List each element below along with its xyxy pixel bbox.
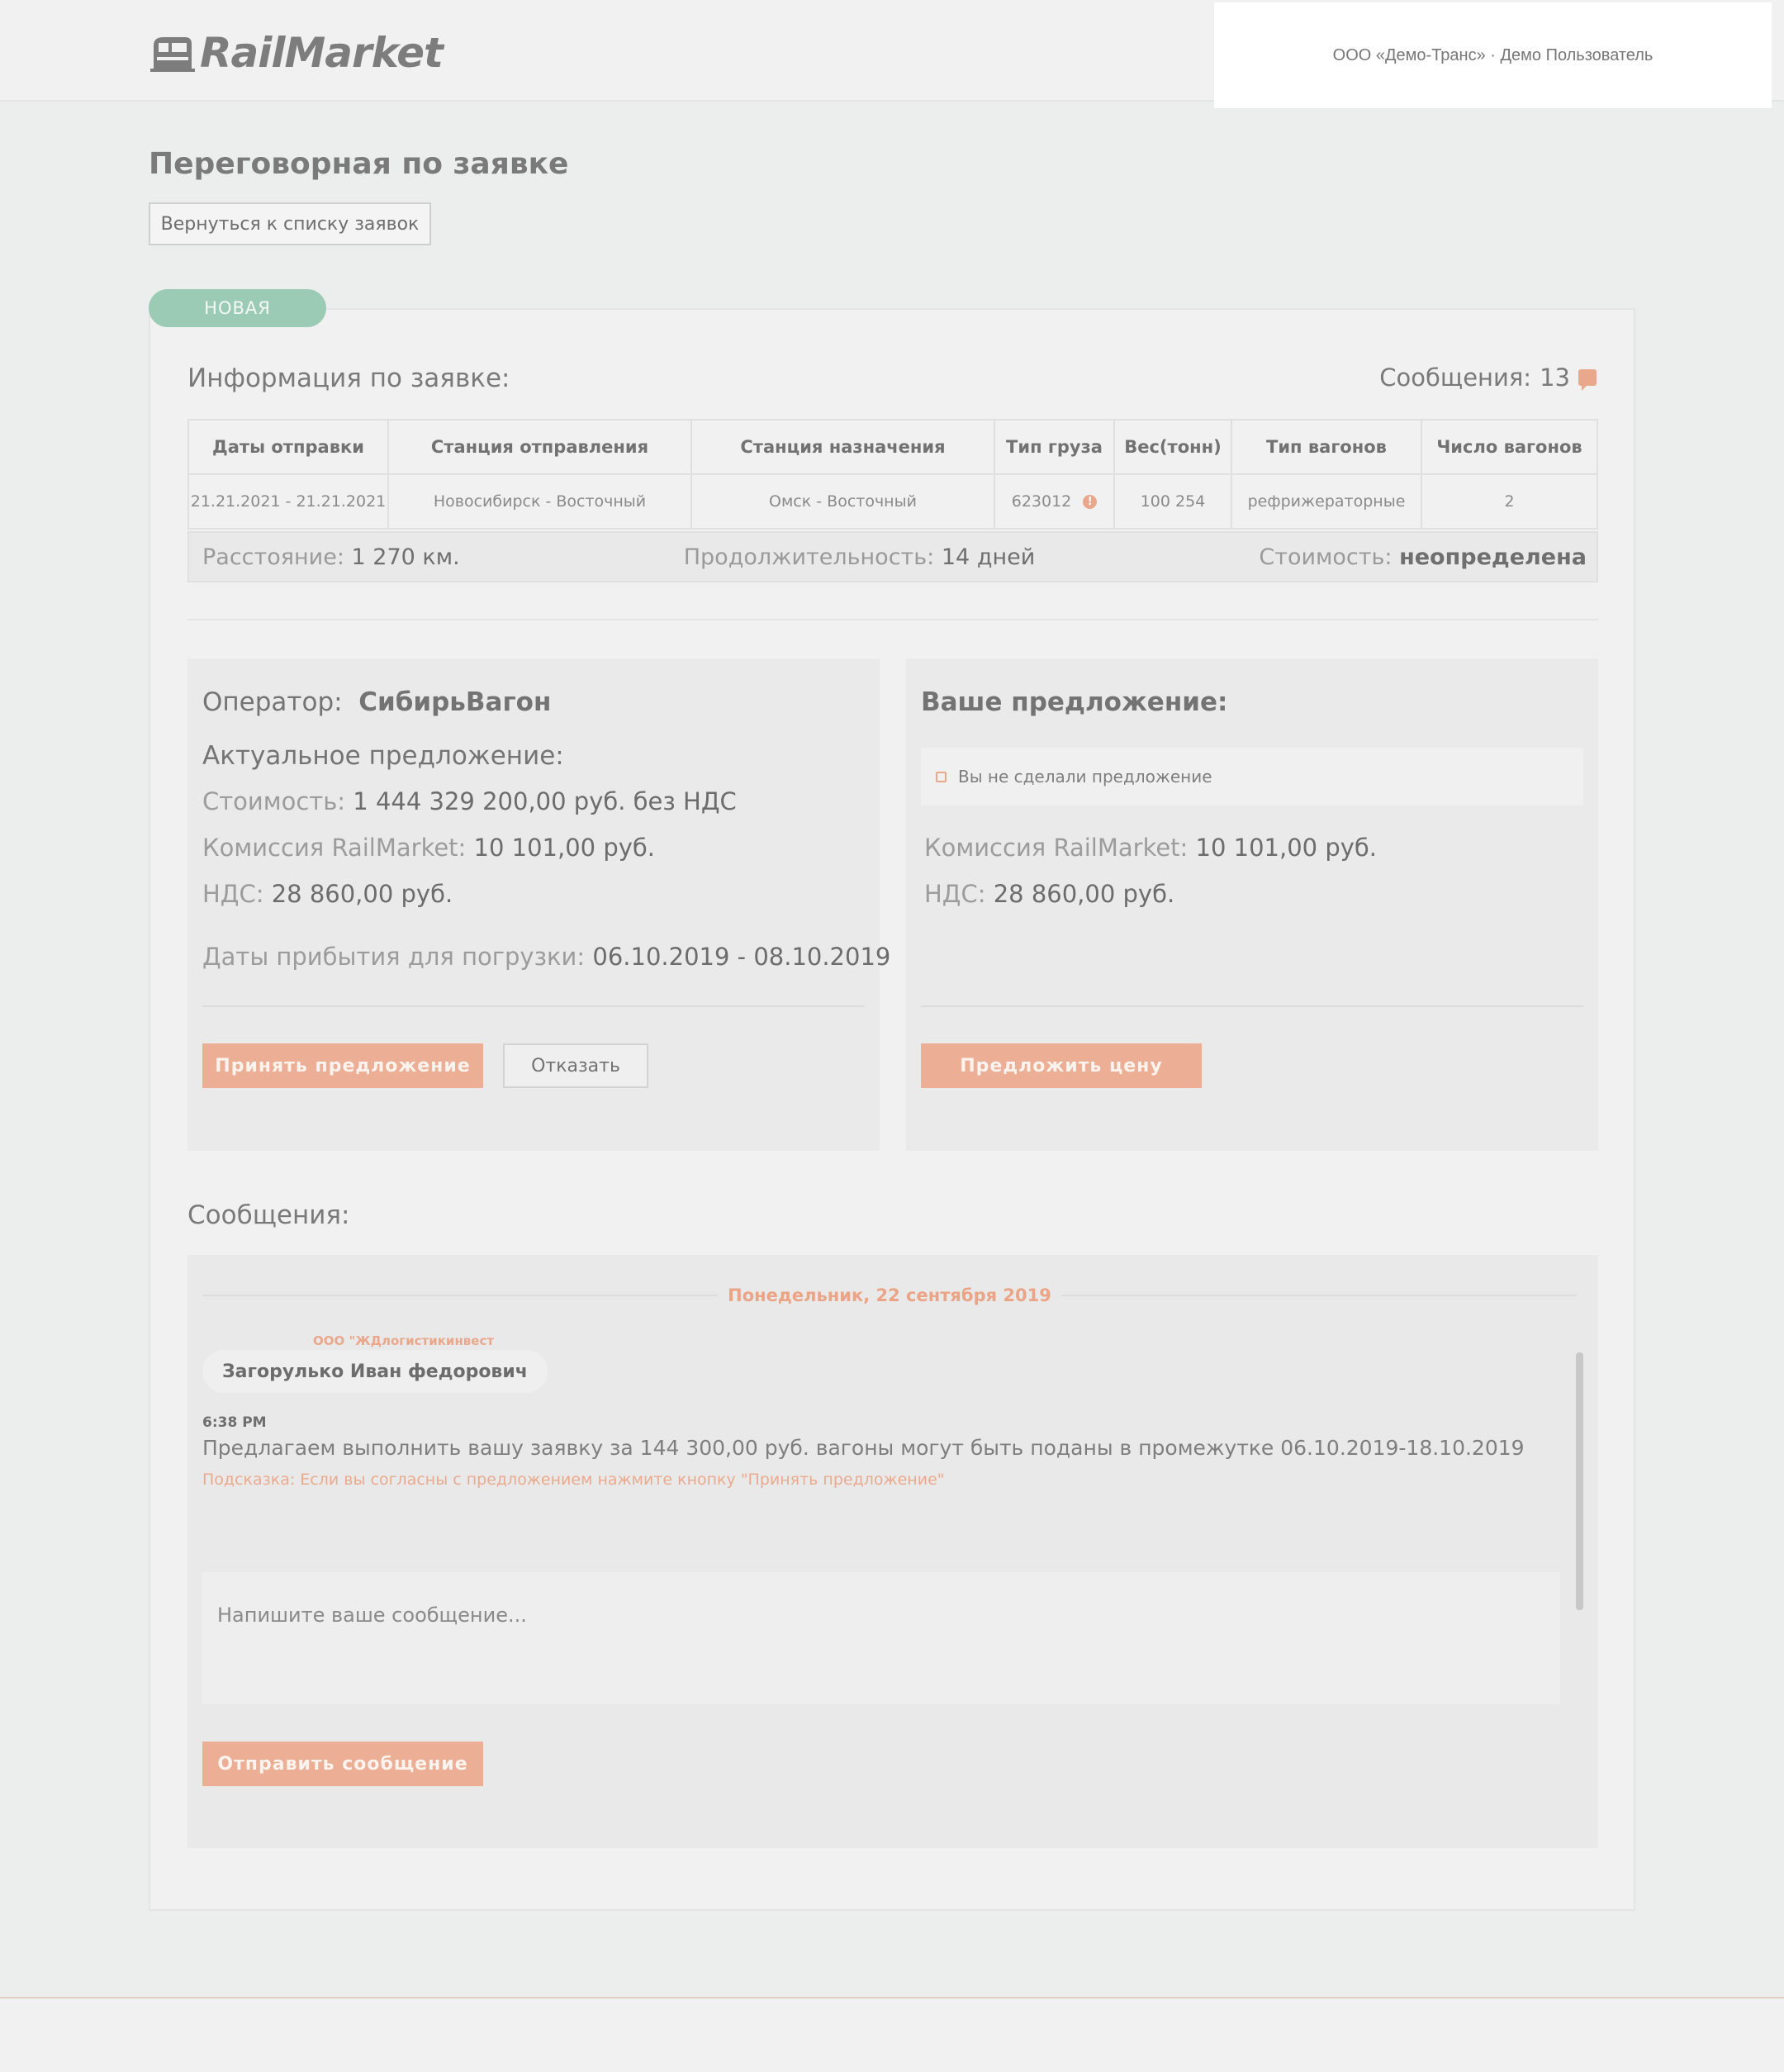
messages-scrollbar[interactable] [1576,1352,1583,1610]
table-cell: Омск - Восточный [690,473,995,530]
messages-title: Сообщения: [187,1200,350,1230]
operator-heading: Оператор: СибирьВагон [202,687,551,717]
message-hint: Подсказка: Если вы согласны с предложени… [202,1471,945,1489]
negotiation-card: Информация по заявке: Сообщения: 13 Даты… [149,308,1635,1911]
divider-line [1060,1295,1577,1296]
your-vat-value: 28 860,00 руб. [993,880,1175,908]
offer-cost-label: Стоимость: [202,787,346,815]
table-header-row: Даты отправки Станция отправления Станци… [187,419,1598,475]
cost-value: неопределена [1399,544,1587,570]
operator-offer-panel: Оператор: СибирьВагон Актуальное предлож… [187,658,890,1151]
logo-text: RailMarket [200,29,444,77]
back-to-list-button[interactable]: Вернуться к списку заявок [149,202,431,245]
column-header: Тип вагонов [1231,419,1422,475]
offer-vat-value: 28 860,00 руб. [271,880,453,908]
messages-counter-label: Сообщения: [1379,364,1532,392]
column-header: Станция назначения [690,419,995,475]
info-icon[interactable]: ! [1083,495,1098,509]
operator-name: СибирьВагон [358,687,552,717]
divider-line [202,1295,719,1296]
your-commission-value: 10 101,00 руб. [1195,834,1378,862]
status-badge: НОВАЯ [149,289,326,327]
table-cell: 21.21.2021 - 21.21.2021 [187,473,389,530]
operator-label: Оператор: [202,687,343,717]
no-offer-notice: Вы не сделали предложение [921,748,1583,806]
message-text: Предлагаем выполнить вашу заявку за 144 … [202,1436,1525,1460]
offer-vat-label: НДС: [202,880,264,908]
distance: Расстояние: 1 270 км. [202,544,460,570]
offer-cost: Стоимость: 1 444 329 200,00 руб. без НДС [202,787,737,815]
table-cell: 100 254 [1113,473,1232,530]
messages-counter-value: 13 [1540,364,1570,392]
your-vat: НДС: 28 860,00 руб. [924,880,1174,908]
offer-commission: Комиссия RailMarket: 10 101,00 руб. [202,834,655,862]
cargo-type-code: 623012 [1011,492,1072,511]
offer-cost-value: 1 444 329 200,00 руб. без НДС [353,787,737,815]
table-row: 21.21.2021 - 21.21.2021 Новосибирск - Во… [187,473,1598,530]
column-header: Станция отправления [387,419,692,475]
page-footer [0,1997,1784,2072]
your-offer-title-text: Ваше предложение: [921,687,1228,717]
your-vat-label: НДС: [924,880,986,908]
cost-label: Стоимость: [1259,544,1393,570]
your-commission-label: Комиссия RailMarket: [924,834,1189,862]
your-offer-title: Ваше предложение: [921,687,1227,717]
your-offer-panel: Ваше предложение: Вы не сделали предложе… [906,658,1598,1151]
column-header: Число вагонов [1421,419,1598,475]
decline-button[interactable]: Отказать [503,1043,648,1088]
message-date: Понедельник, 22 сентября 2019 [728,1285,1051,1305]
route-summary: Расстояние: 1 270 км. Продолжительность:… [187,531,1598,582]
accept-offer-button[interactable]: Принять предложение [202,1043,483,1088]
page-title: Переговорная по заявке [149,147,569,181]
offer-commission-label: Комиссия RailMarket: [202,834,467,862]
distance-value: 1 270 км. [351,544,460,570]
message-input[interactable] [202,1572,1560,1704]
panel-divider [921,1005,1583,1007]
arrival-dates: Даты прибытия для погрузки: 06.10.2019 -… [202,943,890,971]
request-info-title: Информация по заявке: [187,364,510,393]
calendar-icon [936,771,947,782]
column-header: Даты отправки [187,419,389,475]
offer-commission-value: 10 101,00 руб. [473,834,656,862]
table-cell: Новосибирск - Восточный [387,473,692,530]
duration-label: Продолжительность: [683,544,935,570]
user-info: ООО «Демо-Транс» · Демо Пользователь [1332,45,1654,64]
arrival-dates-value: 06.10.2019 - 08.10.2019 [592,943,891,971]
request-table: Даты отправки Станция отправления Станци… [187,419,1598,530]
table-cell: рефрижераторные [1231,473,1422,530]
offer-vat: НДС: 28 860,00 руб. [202,880,453,908]
railmarket-logo[interactable]: RailMarket [149,29,444,77]
top-header: RailMarket ООО «Демо-Транс» · Демо Польз… [0,0,1784,108]
arrival-dates-label: Даты прибытия для погрузки: [202,943,586,971]
messages-counter[interactable]: Сообщения: 13 [1379,364,1597,392]
no-offer-text: Вы не сделали предложение [958,767,1212,787]
send-message-button[interactable]: Отправить сообщение [202,1742,483,1786]
sender-company: ООО "ЖДлогистикинвест [313,1333,495,1348]
cost: Стоимость: неопределена [1259,544,1587,570]
sender-name: Загорулько Иван федорович [202,1350,548,1393]
duration: Продолжительность: 14 дней [684,544,1036,570]
column-header: Тип груза [994,419,1115,475]
duration-value: 14 дней [941,544,1036,570]
message-time: 6:38 PM [202,1414,267,1431]
table-cell: 623012! [994,473,1115,530]
panel-divider [202,1005,865,1007]
distance-label: Расстояние: [202,544,344,570]
column-header: Вес(тонн) [1113,419,1232,475]
your-commission: Комиссия RailMarket: 10 101,00 руб. [924,834,1377,862]
date-divider: Понедельник, 22 сентября 2019 [202,1283,1577,1308]
table-cell: 2 [1421,473,1598,530]
propose-price-button[interactable]: Предложить цену [921,1043,1202,1088]
messages-panel: Понедельник, 22 сентября 2019 ООО "ЖДлог… [187,1255,1598,1848]
chat-icon [1578,369,1597,391]
train-icon [150,37,195,72]
user-account[interactable]: ООО «Демо-Транс» · Демо Пользователь [1214,2,1772,108]
divider [187,619,1598,620]
current-offer-heading: Актуальное предложение: [202,741,564,771]
